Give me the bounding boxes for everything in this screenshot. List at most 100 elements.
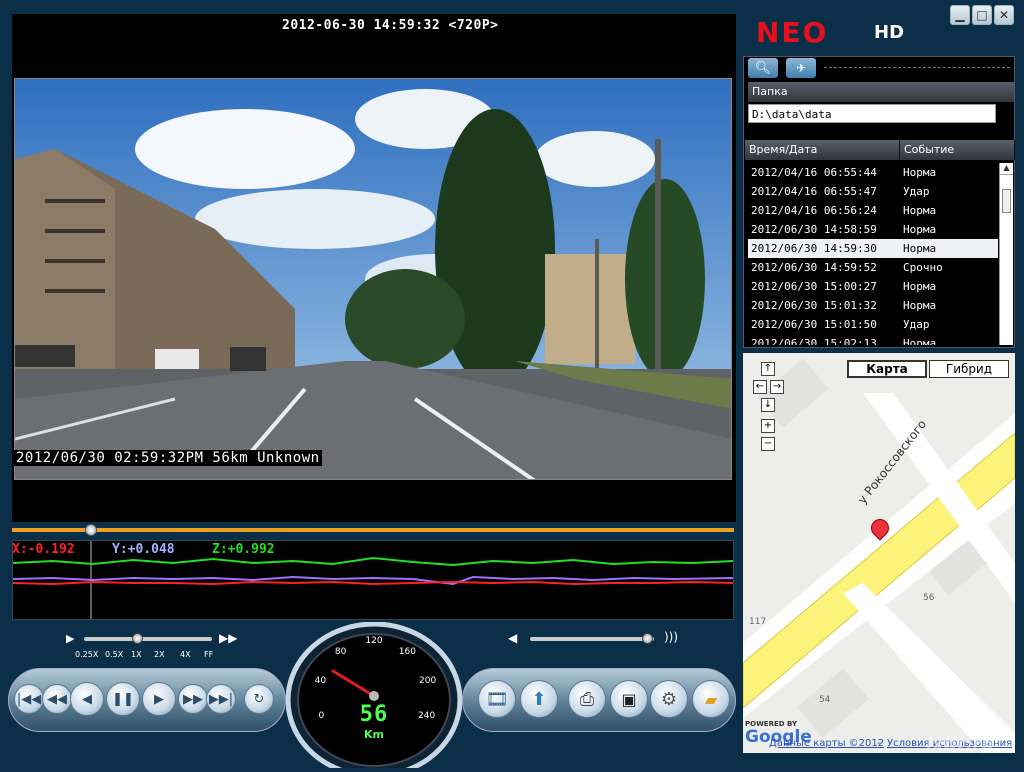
tab-search[interactable]: 🔍︎ bbox=[748, 58, 778, 78]
speaker-icon: ◀ bbox=[508, 631, 518, 645]
dashcam-scene-image bbox=[15, 79, 731, 479]
event-datetime: 2012/04/16 06:55:47 bbox=[751, 185, 877, 198]
speed-label-025x: 0.25X bbox=[75, 650, 99, 659]
hybrid-mode-button[interactable]: Гибрид bbox=[929, 360, 1009, 378]
skip-to-end-button[interactable]: ▶▶| bbox=[206, 684, 236, 714]
list-item[interactable]: 2012/06/30 14:59:30 Норма bbox=[748, 239, 998, 258]
event-datetime: 2012/04/16 06:56:24 bbox=[751, 204, 877, 217]
column-datetime[interactable]: Время/Дата bbox=[745, 140, 900, 160]
video-frame[interactable] bbox=[14, 78, 732, 480]
list-item[interactable]: 2012/06/30 14:59:52 Срочно bbox=[748, 258, 998, 277]
scroll-thumb[interactable] bbox=[1002, 189, 1011, 213]
speed-slider[interactable] bbox=[84, 637, 212, 641]
event-list-scrollbar[interactable]: ▲ bbox=[999, 163, 1013, 345]
event-datetime: 2012/06/30 15:02:13 bbox=[751, 337, 877, 345]
print-button[interactable]: ⎙ bbox=[568, 680, 606, 718]
column-event[interactable]: Событие bbox=[900, 140, 1015, 160]
save-button[interactable]: ▣ bbox=[610, 680, 648, 718]
film-icon: 🎞︎ bbox=[485, 688, 509, 710]
maximize-icon: □ bbox=[976, 8, 988, 22]
gsensor-y-value: Y:+0.048 bbox=[112, 542, 175, 557]
pause-button[interactable]: ❚❚ bbox=[106, 682, 140, 716]
minimize-button[interactable]: ▁ bbox=[950, 5, 970, 25]
list-item[interactable]: 2012/06/30 15:01:50 Удар bbox=[748, 315, 998, 334]
event-type: Норма bbox=[903, 337, 937, 345]
speedometer-gauge: 0 40 80 120 160 200 240 56 Km bbox=[285, 621, 463, 772]
repeat-icon: ↻ bbox=[253, 691, 265, 707]
map-canvas bbox=[743, 358, 1015, 753]
house-number: 56 bbox=[923, 593, 935, 603]
speed-label-ff: FF bbox=[204, 650, 214, 659]
speed-unit: Km bbox=[364, 728, 384, 741]
pan-up-button[interactable]: ↑ bbox=[761, 362, 775, 376]
map-data-link[interactable]: Данные карты ©2012 bbox=[769, 738, 884, 749]
list-item[interactable]: 2012/06/30 14:58:59 Норма bbox=[748, 220, 998, 239]
list-item[interactable]: 2012/06/30 15:01:32 Норма bbox=[748, 296, 998, 315]
video-mode-button[interactable]: 🎞︎ bbox=[478, 680, 516, 718]
speedometer-tick-label: 120 bbox=[365, 636, 382, 646]
tab-gps[interactable]: ✈ bbox=[786, 58, 816, 78]
event-datetime: 2012/06/30 14:59:52 bbox=[751, 261, 877, 274]
zoom-in-button[interactable]: + bbox=[761, 419, 775, 433]
previous-button[interactable]: ◀◀ bbox=[42, 684, 72, 714]
logo-brand: NEO bbox=[756, 16, 829, 49]
search-icon: 🔍︎ bbox=[754, 60, 772, 76]
skip-end-icon: ▶▶| bbox=[208, 691, 234, 707]
pause-icon: ❚❚ bbox=[112, 691, 134, 707]
folder-icon: ▰ bbox=[704, 689, 718, 709]
event-type: Норма bbox=[903, 299, 937, 312]
list-item[interactable]: 2012/04/16 06:56:24 Норма bbox=[748, 201, 998, 220]
event-type: Норма bbox=[903, 204, 937, 217]
upload-button[interactable]: ⬆ bbox=[520, 680, 558, 718]
event-type: Норма bbox=[903, 280, 937, 293]
close-button[interactable]: ✕ bbox=[994, 5, 1014, 25]
speedometer-dial: 0 40 80 120 160 200 240 bbox=[285, 621, 463, 772]
arrow-right-icon: → bbox=[772, 381, 782, 392]
folder-label: Папка bbox=[748, 82, 1014, 102]
video-osd-overlay: 2012/06/30 02:59:32PM 56km Unknown bbox=[14, 450, 322, 466]
event-list-header: Время/Дата Событие bbox=[745, 140, 1015, 160]
list-item[interactable]: 2012/06/30 15:00:27 Норма bbox=[748, 277, 998, 296]
arrow-up-icon: ↑ bbox=[763, 363, 773, 374]
speedometer-tick-label: 160 bbox=[399, 647, 416, 657]
close-icon: ✕ bbox=[998, 8, 1010, 22]
settings-button[interactable]: ⚙ bbox=[650, 680, 688, 718]
event-datetime: 2012/04/16 06:55:44 bbox=[751, 166, 877, 179]
maximize-button[interactable]: □ bbox=[972, 5, 992, 25]
event-datetime: 2012/06/30 15:01:32 bbox=[751, 299, 877, 312]
speedometer-tick-label: 200 bbox=[419, 676, 436, 686]
play-button[interactable]: ▶ bbox=[142, 682, 176, 716]
list-item[interactable]: 2012/04/16 06:55:47 Удар bbox=[748, 182, 998, 201]
fast-forward-small-icon: ▶▶ bbox=[219, 631, 238, 645]
pan-left-button[interactable]: ← bbox=[753, 380, 767, 394]
list-item[interactable]: 2012/06/30 15:02:13 Норма bbox=[748, 334, 998, 345]
zoom-out-button[interactable]: − bbox=[761, 437, 775, 451]
map-view[interactable]: Карта Гибрид ↑ ← → ↓ + − у Рокоссовского… bbox=[743, 353, 1015, 753]
plus-icon: + bbox=[763, 420, 773, 431]
speed-label-05x: 0.5X bbox=[105, 650, 124, 659]
open-folder-button[interactable]: ▰ bbox=[692, 680, 730, 718]
pan-right-button[interactable]: → bbox=[770, 380, 784, 394]
speedometer-tick-label: 240 bbox=[418, 711, 435, 721]
event-type: Норма bbox=[903, 223, 937, 236]
event-list[interactable]: 2012/04/16 06:55:44 Норма 2012/04/16 06:55… bbox=[748, 163, 998, 345]
gsensor-x-value: X:-0.192 bbox=[12, 542, 75, 557]
next-button[interactable]: ▶▶ bbox=[178, 684, 208, 714]
seek-handle[interactable] bbox=[85, 524, 98, 536]
volume-slider-handle[interactable] bbox=[641, 633, 653, 644]
reverse-play-button[interactable]: ◀ bbox=[70, 682, 104, 716]
pan-down-button[interactable]: ↓ bbox=[761, 398, 775, 412]
speed-label-1x: 1X bbox=[131, 650, 142, 659]
speed-label-2x: 2X bbox=[154, 650, 165, 659]
map-mode-button[interactable]: Карта bbox=[847, 360, 927, 378]
folder-path-input[interactable]: D:\data\data bbox=[748, 104, 996, 123]
scroll-up-icon[interactable]: ▲ bbox=[1000, 163, 1013, 175]
satellite-icon: ✈ bbox=[795, 61, 807, 75]
seek-bar[interactable] bbox=[12, 528, 734, 532]
list-item[interactable]: 2012/04/16 06:55:44 Норма bbox=[748, 163, 998, 182]
volume-slider[interactable] bbox=[530, 637, 654, 641]
skip-to-start-button[interactable]: |◀◀ bbox=[14, 684, 44, 714]
repeat-button[interactable]: ↻ bbox=[244, 684, 274, 714]
speed-slider-handle[interactable] bbox=[131, 633, 143, 644]
house-number: 117 bbox=[749, 617, 767, 627]
